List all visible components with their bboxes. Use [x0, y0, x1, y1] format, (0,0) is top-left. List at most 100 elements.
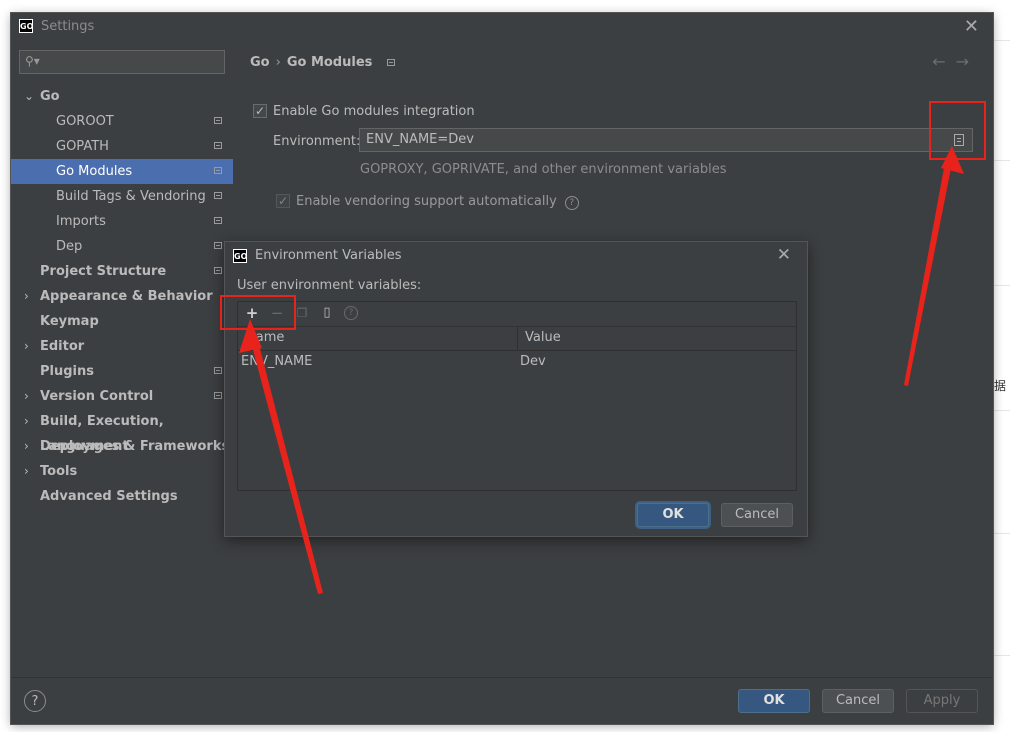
help-icon[interactable]: ?: [564, 196, 579, 210]
chevron-right-icon[interactable]: ›: [24, 334, 29, 359]
sidebar-item-label: Dep: [56, 239, 83, 254]
chevron-right-icon[interactable]: ›: [24, 284, 29, 309]
column-divider[interactable]: [517, 327, 518, 350]
background-divider: [990, 533, 1010, 534]
breadcrumb-go[interactable]: Go: [250, 55, 270, 70]
sidebar-item-keymap[interactable]: Keymap: [11, 309, 233, 334]
project-level-icon: [214, 167, 222, 174]
project-level-icon: [214, 192, 222, 199]
window-title: Settings: [41, 19, 95, 34]
sidebar-item-languages-frameworks[interactable]: › Languages & Frameworks: [11, 434, 233, 459]
chevron-right-icon[interactable]: ›: [24, 434, 29, 459]
background-text: 据: [994, 379, 1007, 393]
settings-sidebar: ⚲▾ ⌄ Go GOROOT GOPATH Go Modules Build Tags &…: [11, 40, 233, 677]
sidebar-item-appearance-behavior[interactable]: › Appearance & Behavior: [11, 284, 233, 309]
breadcrumb-go-modules: Go Modules: [286, 55, 373, 70]
sidebar-item-editor[interactable]: › Editor: [11, 334, 233, 359]
sidebar-item-label: Imports: [56, 214, 106, 229]
project-level-icon: [214, 142, 222, 149]
chevron-right-icon[interactable]: ›: [24, 384, 29, 409]
sidebar-item-imports[interactable]: Imports: [11, 209, 233, 234]
table-row[interactable]: ENV_NAME Dev: [238, 351, 796, 373]
background-divider: [990, 160, 1010, 161]
vendoring-checkbox[interactable]: [276, 192, 290, 210]
goland-logo-icon: GO: [233, 249, 247, 263]
back-arrow-icon[interactable]: ←: [932, 52, 955, 71]
enable-modules-checkbox-row[interactable]: Enable Go modules integration: [253, 102, 475, 121]
settings-tree: ⌄ Go GOROOT GOPATH Go Modules Build Tags & Ve…: [11, 84, 233, 509]
chevron-right-icon[interactable]: ›: [24, 409, 29, 434]
env-vars-table: + − ❐ ▯ ? Name Value ENV_NAME Dev: [237, 301, 797, 491]
cancel-button[interactable]: Cancel: [822, 689, 894, 713]
sidebar-item-label: Go Modules: [56, 164, 133, 179]
enable-modules-checkbox[interactable]: [253, 102, 267, 120]
annotation-box-add: [220, 295, 296, 330]
project-level-icon: [214, 217, 222, 224]
dialog-cancel-button[interactable]: Cancel: [721, 503, 793, 527]
background-divider: [990, 655, 1010, 656]
chevron-right-icon[interactable]: ›: [24, 459, 29, 484]
sidebar-item-dep[interactable]: Dep: [11, 234, 233, 259]
sidebar-item-version-control[interactable]: › Version Control: [11, 384, 233, 409]
breadcrumb: Go › Go Modules: [250, 55, 395, 70]
close-icon[interactable]: ✕: [777, 245, 791, 265]
title-bar: GO Settings ✕: [11, 13, 993, 40]
sidebar-item-build-tags-vendoring[interactable]: Build Tags & Vendoring: [11, 184, 233, 209]
search-icon: ⚲▾: [25, 54, 40, 68]
sidebar-item-label: Version Control: [40, 389, 154, 404]
sidebar-item-go[interactable]: ⌄ Go: [11, 84, 233, 109]
project-level-icon: [214, 367, 222, 374]
sidebar-item-gopath[interactable]: GOPATH: [11, 134, 233, 159]
dialog-subtitle: User environment variables:: [237, 278, 422, 293]
sidebar-item-advanced-settings[interactable]: Advanced Settings: [11, 484, 233, 509]
sidebar-item-label: Tools: [40, 464, 78, 479]
nav-arrows: ←→: [932, 52, 979, 71]
sidebar-item-label: Project Structure: [40, 264, 167, 279]
sidebar-item-label: GOROOT: [56, 114, 114, 129]
sidebar-item-build-execution-deployment[interactable]: › Build, Execution, Deployment: [11, 409, 233, 454]
sidebar-item-label: Languages & Frameworks: [40, 439, 230, 454]
environment-variables-dialog: GO Environment Variables ✕ User environm…: [224, 241, 808, 537]
sidebar-item-label: Keymap: [40, 314, 99, 329]
column-header-name[interactable]: Name: [246, 330, 284, 345]
sidebar-item-label: Appearance & Behavior: [40, 289, 213, 304]
sidebar-item-label: GOPATH: [56, 139, 109, 154]
ok-button[interactable]: OK: [738, 689, 810, 713]
sidebar-item-go-modules[interactable]: Go Modules: [11, 159, 233, 184]
sidebar-item-plugins[interactable]: Plugins: [11, 359, 233, 384]
annotation-box-browse: [929, 101, 986, 160]
help-icon[interactable]: ?: [344, 306, 358, 320]
environment-label: Environment:: [273, 134, 361, 149]
breadcrumb-separator-icon: ›: [275, 55, 281, 70]
column-header-value[interactable]: Value: [525, 330, 561, 345]
forward-arrow-icon[interactable]: →: [956, 52, 979, 71]
sidebar-item-label: Go: [40, 89, 60, 104]
table-toolbar: + − ❐ ▯ ?: [238, 302, 796, 327]
sidebar-item-label: Editor: [40, 339, 85, 354]
sidebar-item-goroot[interactable]: GOROOT: [11, 109, 233, 134]
footer-bar: ? OK Cancel Apply: [11, 677, 993, 724]
close-icon[interactable]: ✕: [964, 16, 979, 37]
enable-modules-label: Enable Go modules integration: [273, 104, 475, 119]
cell-name[interactable]: ENV_NAME: [241, 351, 312, 373]
vendoring-checkbox-row[interactable]: Enable vendoring support automatically?: [276, 192, 579, 211]
cell-value[interactable]: Dev: [520, 351, 546, 373]
vendoring-label: Enable vendoring support automatically: [296, 194, 557, 209]
sidebar-item-label: Advanced Settings: [40, 489, 178, 504]
sidebar-item-label: Plugins: [40, 364, 94, 379]
background-divider: [990, 40, 1010, 41]
search-input[interactable]: ⚲▾: [19, 50, 225, 74]
environment-field[interactable]: ENV_NAME=Dev: [359, 128, 973, 152]
apply-button[interactable]: Apply: [906, 689, 978, 713]
sidebar-item-tools[interactable]: › Tools: [11, 459, 233, 484]
chevron-down-icon[interactable]: ⌄: [24, 84, 34, 109]
dialog-ok-button[interactable]: OK: [637, 503, 709, 527]
paste-icon[interactable]: ▯: [318, 304, 336, 322]
environment-value: ENV_NAME=Dev: [366, 132, 474, 147]
sidebar-item-project-structure[interactable]: Project Structure: [11, 259, 233, 284]
background-divider: [990, 285, 1010, 286]
goland-logo-icon: GO: [19, 19, 33, 33]
help-icon[interactable]: ?: [24, 690, 46, 712]
sidebar-item-label: Build Tags & Vendoring: [56, 189, 206, 204]
project-level-icon: [214, 242, 222, 249]
